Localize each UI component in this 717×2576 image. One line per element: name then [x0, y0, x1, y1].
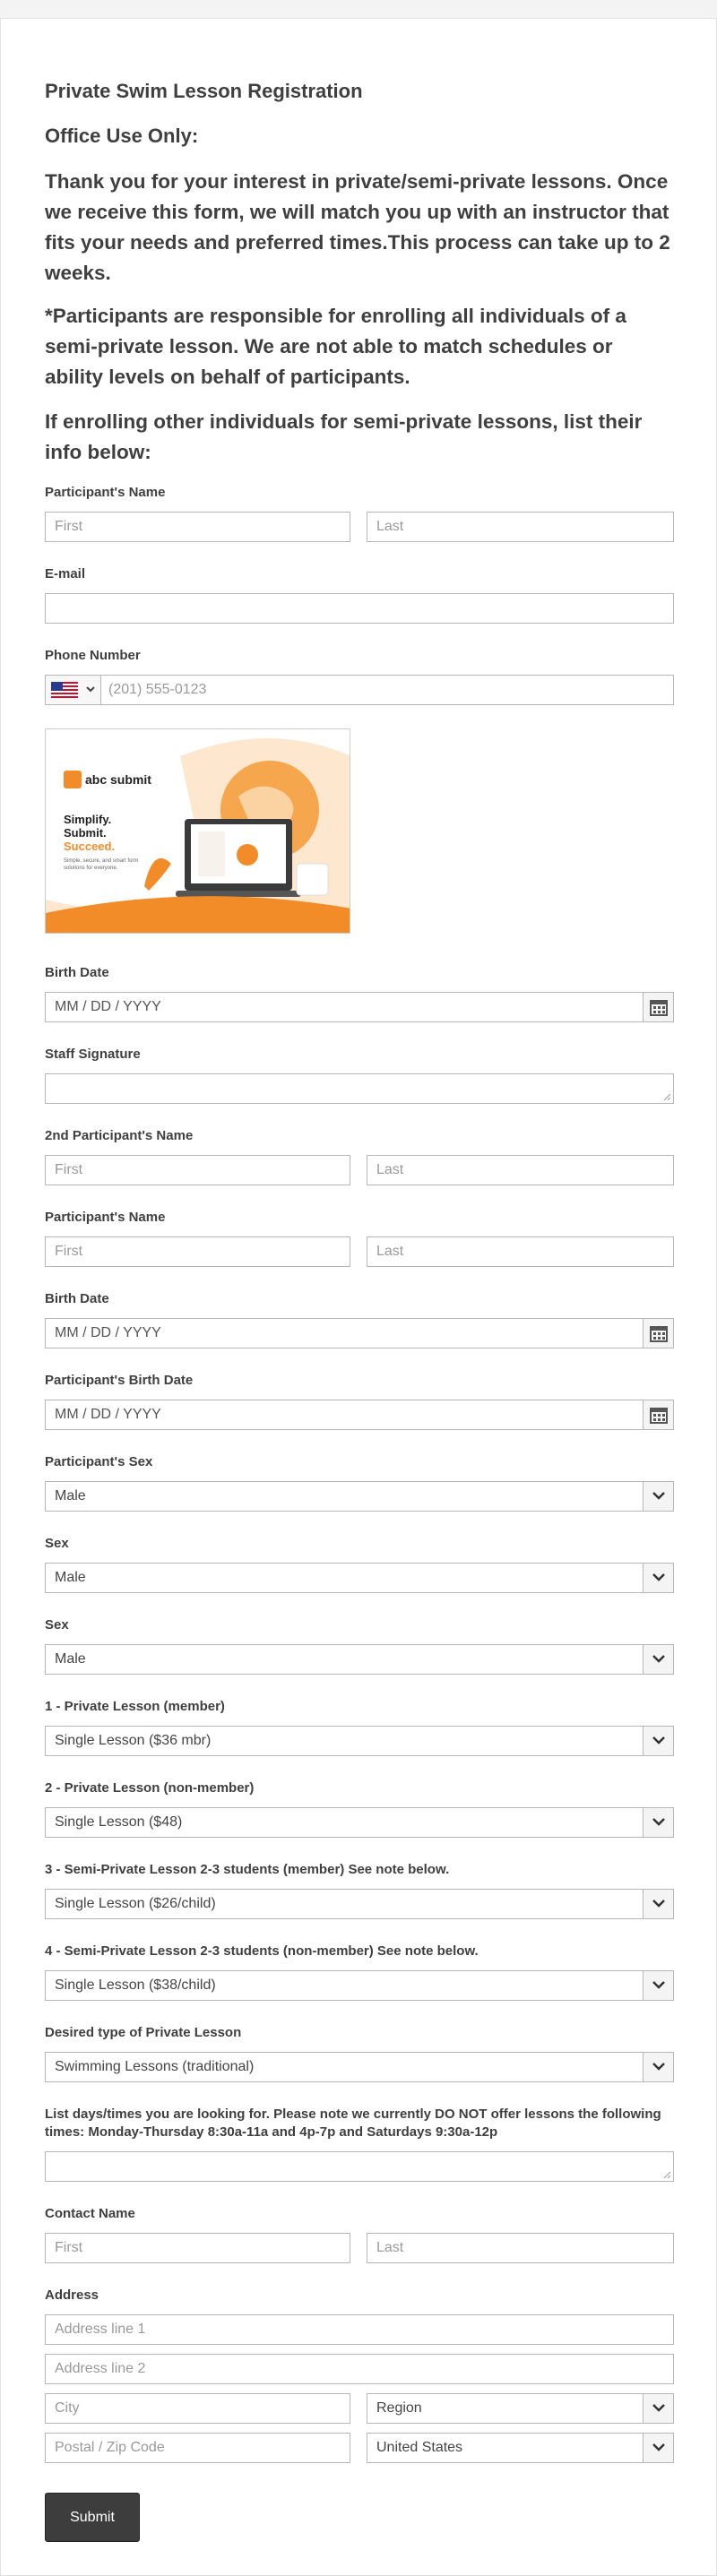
- participant-b-first-input[interactable]: First: [45, 1236, 350, 1267]
- participant2-first-input[interactable]: First: [45, 1155, 350, 1185]
- address-line2-input[interactable]: Address line 2: [45, 2354, 674, 2384]
- days-times-field[interactable]: [45, 2151, 674, 2182]
- private-nonmember-label: 2 - Private Lesson (non-member): [45, 1780, 255, 1796]
- banner-line3: Succeed.: [64, 840, 116, 853]
- birth-date-input[interactable]: MM / DD / YYYY: [45, 992, 674, 1022]
- contact-name-label: Contact Name: [45, 2206, 135, 2221]
- semi-member-label: 3 - Semi-Private Lesson 2-3 students (me…: [45, 1862, 450, 1877]
- staff-signature-label: Staff Signature: [45, 1047, 141, 1062]
- submit-button[interactable]: Submit: [45, 2493, 140, 2542]
- private-member-label: 1 - Private Lesson (member): [45, 1699, 225, 1714]
- chevron-down-icon: [652, 1736, 665, 1745]
- participant-first-input[interactable]: First: [45, 512, 350, 542]
- staff-signature-field[interactable]: [45, 1073, 674, 1104]
- other-individuals-heading: If enrolling other individuals for semi-…: [45, 410, 643, 463]
- email-label: E-mail: [45, 566, 86, 582]
- contact-last-input[interactable]: Last: [367, 2233, 674, 2263]
- responsibility-note: *Participants are responsible for enroll…: [45, 305, 626, 388]
- sex-1-select[interactable]: Male: [45, 1563, 674, 1593]
- lesson-type-label: Desired type of Private Lesson: [45, 2025, 242, 2040]
- banner-tagline: Simple, secure, and smart form solutions…: [64, 858, 139, 871]
- chevron-down-icon: [652, 1492, 665, 1500]
- contact-first-input[interactable]: First: [45, 2233, 350, 2263]
- calendar-icon: [650, 1000, 668, 1016]
- phone-placeholder: (201) 555-0123: [108, 682, 207, 697]
- chevron-down-icon: [652, 1818, 665, 1826]
- chevron-down-icon: [652, 2443, 665, 2451]
- chevron-down-icon: [652, 1900, 665, 1908]
- sex-1-label: Sex: [45, 1536, 69, 1551]
- participant-birth-date-label: Participant's Birth Date: [45, 1373, 194, 1388]
- participant-name-b-label: Participant's Name: [45, 1210, 166, 1225]
- intro-text: Thank you for your interest in private/s…: [45, 170, 670, 284]
- participant-birth-date-placeholder: MM / DD / YYYY: [55, 1407, 161, 1422]
- participant2-name-label: 2nd Participant's Name: [45, 1128, 194, 1143]
- resize-grip-icon[interactable]: [662, 2170, 671, 2179]
- resize-grip-icon[interactable]: [662, 1092, 671, 1101]
- calendar-button[interactable]: [643, 1319, 673, 1348]
- brand-name: abc submit: [85, 772, 151, 787]
- country-select[interactable]: United States: [367, 2433, 674, 2463]
- semi-nonmember-label: 4 - Semi-Private Lesson 2-3 students (no…: [45, 1943, 479, 1959]
- office-use-heading: Office Use Only:: [45, 125, 199, 147]
- email-field[interactable]: [45, 593, 674, 624]
- country-value: United States: [376, 2440, 463, 2455]
- us-flag-icon: [51, 682, 78, 698]
- region-value: Region: [376, 2400, 422, 2416]
- birth-date-2-placeholder: MM / DD / YYYY: [55, 1325, 161, 1340]
- semi-nonmember-select[interactable]: Single Lesson ($38/child): [45, 1970, 674, 2001]
- banner-line2: Submit.: [64, 826, 107, 840]
- region-select[interactable]: Region: [367, 2393, 674, 2424]
- private-member-select[interactable]: Single Lesson ($36 mbr): [45, 1726, 674, 1756]
- sex-2-label: Sex: [45, 1617, 69, 1633]
- form-card: Private Swim Lesson Registration Office …: [0, 18, 717, 2576]
- participant2-last-input[interactable]: Last: [367, 1155, 674, 1185]
- form-title: Private Swim Lesson Registration: [45, 80, 363, 102]
- postal-code-input[interactable]: Postal / Zip Code: [45, 2433, 350, 2463]
- private-nonmember-select[interactable]: Single Lesson ($48): [45, 1807, 674, 1838]
- birth-date-placeholder: MM / DD / YYYY: [55, 999, 161, 1014]
- birth-date-2-input[interactable]: MM / DD / YYYY: [45, 1318, 674, 1348]
- semi-member-select[interactable]: Single Lesson ($26/child): [45, 1889, 674, 1919]
- country-picker[interactable]: [46, 676, 101, 704]
- calendar-button[interactable]: [643, 993, 673, 1021]
- participant-sex-value: Male: [55, 1488, 86, 1503]
- semi-nonmember-value: Single Lesson ($38/child): [55, 1977, 216, 1993]
- participant-sex-label: Participant's Sex: [45, 1454, 153, 1469]
- semi-member-value: Single Lesson ($26/child): [55, 1896, 216, 1911]
- calendar-button[interactable]: [643, 1400, 673, 1429]
- banner-line1: Simplify.: [64, 813, 112, 826]
- private-nonmember-value: Single Lesson ($48): [55, 1814, 183, 1830]
- participant-sex-select[interactable]: Male: [45, 1481, 674, 1512]
- participant-name-label: Participant's Name: [45, 485, 166, 500]
- participant-b-last-input[interactable]: Last: [367, 1236, 674, 1267]
- chevron-down-icon: [86, 686, 95, 693]
- lesson-type-select[interactable]: Swimming Lessons (traditional): [45, 2052, 674, 2082]
- phone-label: Phone Number: [45, 648, 141, 663]
- calendar-icon: [650, 1326, 668, 1342]
- address-line1-input[interactable]: Address line 1: [45, 2314, 674, 2345]
- chevron-down-icon: [652, 1573, 665, 1581]
- chevron-down-icon: [652, 1981, 665, 1989]
- chevron-down-icon: [652, 1655, 665, 1663]
- chevron-down-icon: [652, 2404, 665, 2412]
- chevron-down-icon: [652, 2063, 665, 2071]
- participant-last-input[interactable]: Last: [367, 512, 674, 542]
- birth-date-label: Birth Date: [45, 965, 109, 980]
- birth-date-2-label: Birth Date: [45, 1291, 109, 1306]
- private-member-value: Single Lesson ($36 mbr): [55, 1733, 212, 1748]
- participant-birth-date-input[interactable]: MM / DD / YYYY: [45, 1400, 674, 1430]
- days-times-label: List days/times you are looking for. Ple…: [45, 2106, 661, 2140]
- lesson-type-value: Swimming Lessons (traditional): [55, 2059, 255, 2074]
- calendar-icon: [650, 1408, 668, 1424]
- abcsubmit-banner-image: abc submit Simplify. Submit. Succeed. Si…: [45, 728, 350, 934]
- sex-2-value: Male: [55, 1651, 86, 1667]
- city-input[interactable]: City: [45, 2393, 350, 2424]
- sex-1-value: Male: [55, 1570, 86, 1585]
- address-label: Address: [45, 2287, 99, 2303]
- phone-field[interactable]: (201) 555-0123: [45, 675, 674, 705]
- sex-2-select[interactable]: Male: [45, 1644, 674, 1675]
